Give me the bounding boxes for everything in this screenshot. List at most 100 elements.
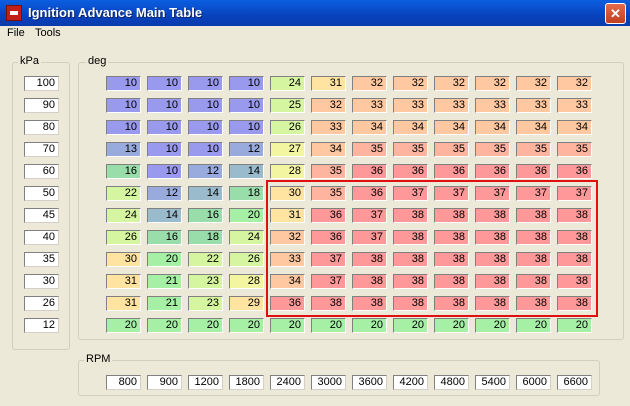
- table-cell[interactable]: 10: [106, 76, 141, 91]
- kpa-cell[interactable]: 60: [24, 164, 59, 179]
- table-cell[interactable]: 20: [147, 252, 182, 267]
- table-cell[interactable]: 33: [557, 98, 592, 113]
- table-cell[interactable]: 12: [147, 186, 182, 201]
- table-cell[interactable]: 32: [434, 76, 469, 91]
- table-cell[interactable]: 33: [475, 98, 510, 113]
- kpa-cell[interactable]: 70: [24, 142, 59, 157]
- table-cell[interactable]: 16: [188, 208, 223, 223]
- table-cell[interactable]: 21: [147, 274, 182, 289]
- table-cell[interactable]: 31: [311, 76, 346, 91]
- table-cell[interactable]: 32: [475, 76, 510, 91]
- table-cell[interactable]: 20: [106, 318, 141, 333]
- kpa-cell[interactable]: 12: [24, 318, 59, 333]
- table-cell[interactable]: 36: [311, 208, 346, 223]
- table-cell[interactable]: 21: [147, 296, 182, 311]
- rpm-cell[interactable]: 1800: [229, 375, 264, 390]
- table-cell[interactable]: 35: [434, 142, 469, 157]
- table-cell[interactable]: 18: [188, 230, 223, 245]
- table-cell[interactable]: 33: [434, 98, 469, 113]
- table-cell[interactable]: 10: [188, 120, 223, 135]
- table-cell[interactable]: 34: [557, 120, 592, 135]
- rpm-cell[interactable]: 6600: [557, 375, 592, 390]
- table-cell[interactable]: 36: [311, 230, 346, 245]
- kpa-cell[interactable]: 40: [24, 230, 59, 245]
- table-cell[interactable]: 37: [516, 186, 551, 201]
- menu-file[interactable]: File: [7, 27, 25, 39]
- table-cell[interactable]: 34: [352, 120, 387, 135]
- kpa-cell[interactable]: 30: [24, 274, 59, 289]
- rpm-cell[interactable]: 1200: [188, 375, 223, 390]
- table-cell[interactable]: 38: [434, 296, 469, 311]
- table-cell[interactable]: 10: [229, 98, 264, 113]
- table-cell[interactable]: 33: [352, 98, 387, 113]
- kpa-cell[interactable]: 50: [24, 186, 59, 201]
- rpm-cell[interactable]: 900: [147, 375, 182, 390]
- table-cell[interactable]: 10: [106, 98, 141, 113]
- table-cell[interactable]: 38: [516, 296, 551, 311]
- table-cell[interactable]: 38: [557, 230, 592, 245]
- table-cell[interactable]: 10: [147, 142, 182, 157]
- table-cell[interactable]: 26: [229, 252, 264, 267]
- table-cell[interactable]: 23: [188, 274, 223, 289]
- table-cell[interactable]: 35: [475, 142, 510, 157]
- table-cell[interactable]: 38: [393, 274, 428, 289]
- table-cell[interactable]: 38: [516, 208, 551, 223]
- kpa-cell[interactable]: 90: [24, 98, 59, 113]
- close-button[interactable]: ✕: [605, 3, 626, 24]
- table-cell[interactable]: 38: [393, 208, 428, 223]
- table-cell[interactable]: 33: [270, 252, 305, 267]
- table-cell[interactable]: 13: [106, 142, 141, 157]
- table-cell[interactable]: 35: [311, 164, 346, 179]
- table-cell[interactable]: 38: [434, 208, 469, 223]
- table-cell[interactable]: 30: [270, 186, 305, 201]
- table-cell[interactable]: 38: [475, 296, 510, 311]
- table-cell[interactable]: 20: [516, 318, 551, 333]
- table-cell[interactable]: 25: [270, 98, 305, 113]
- table-cell[interactable]: 38: [311, 296, 346, 311]
- table-cell[interactable]: 20: [229, 318, 264, 333]
- table-cell[interactable]: 38: [475, 230, 510, 245]
- table-cell[interactable]: 38: [516, 274, 551, 289]
- table-cell[interactable]: 20: [188, 318, 223, 333]
- table-cell[interactable]: 35: [352, 142, 387, 157]
- table-cell[interactable]: 36: [352, 164, 387, 179]
- table-cell[interactable]: 20: [311, 318, 346, 333]
- kpa-cell[interactable]: 35: [24, 252, 59, 267]
- table-cell[interactable]: 37: [352, 208, 387, 223]
- table-cell[interactable]: 38: [475, 274, 510, 289]
- kpa-cell[interactable]: 45: [24, 208, 59, 223]
- table-cell[interactable]: 35: [393, 142, 428, 157]
- table-cell[interactable]: 36: [434, 164, 469, 179]
- table-cell[interactable]: 20: [434, 318, 469, 333]
- table-cell[interactable]: 14: [147, 208, 182, 223]
- rpm-cell[interactable]: 3000: [311, 375, 346, 390]
- table-cell[interactable]: 12: [229, 142, 264, 157]
- table-cell[interactable]: 34: [434, 120, 469, 135]
- table-cell[interactable]: 38: [393, 230, 428, 245]
- table-cell[interactable]: 10: [188, 98, 223, 113]
- table-cell[interactable]: 14: [188, 186, 223, 201]
- table-cell[interactable]: 36: [516, 164, 551, 179]
- table-cell[interactable]: 10: [147, 164, 182, 179]
- table-cell[interactable]: 10: [147, 76, 182, 91]
- rpm-cell[interactable]: 4800: [434, 375, 469, 390]
- table-cell[interactable]: 20: [557, 318, 592, 333]
- table-cell[interactable]: 36: [475, 164, 510, 179]
- table-cell[interactable]: 38: [475, 208, 510, 223]
- table-cell[interactable]: 10: [147, 120, 182, 135]
- table-cell[interactable]: 38: [352, 252, 387, 267]
- kpa-cell[interactable]: 80: [24, 120, 59, 135]
- table-cell[interactable]: 20: [475, 318, 510, 333]
- table-cell[interactable]: 10: [229, 120, 264, 135]
- table-cell[interactable]: 36: [557, 164, 592, 179]
- table-cell[interactable]: 33: [516, 98, 551, 113]
- rpm-cell[interactable]: 6000: [516, 375, 551, 390]
- table-cell[interactable]: 14: [229, 164, 264, 179]
- table-cell[interactable]: 37: [352, 230, 387, 245]
- table-cell[interactable]: 38: [557, 274, 592, 289]
- table-cell[interactable]: 38: [434, 252, 469, 267]
- table-cell[interactable]: 38: [475, 252, 510, 267]
- table-cell[interactable]: 10: [147, 98, 182, 113]
- table-cell[interactable]: 38: [352, 296, 387, 311]
- table-cell[interactable]: 26: [106, 230, 141, 245]
